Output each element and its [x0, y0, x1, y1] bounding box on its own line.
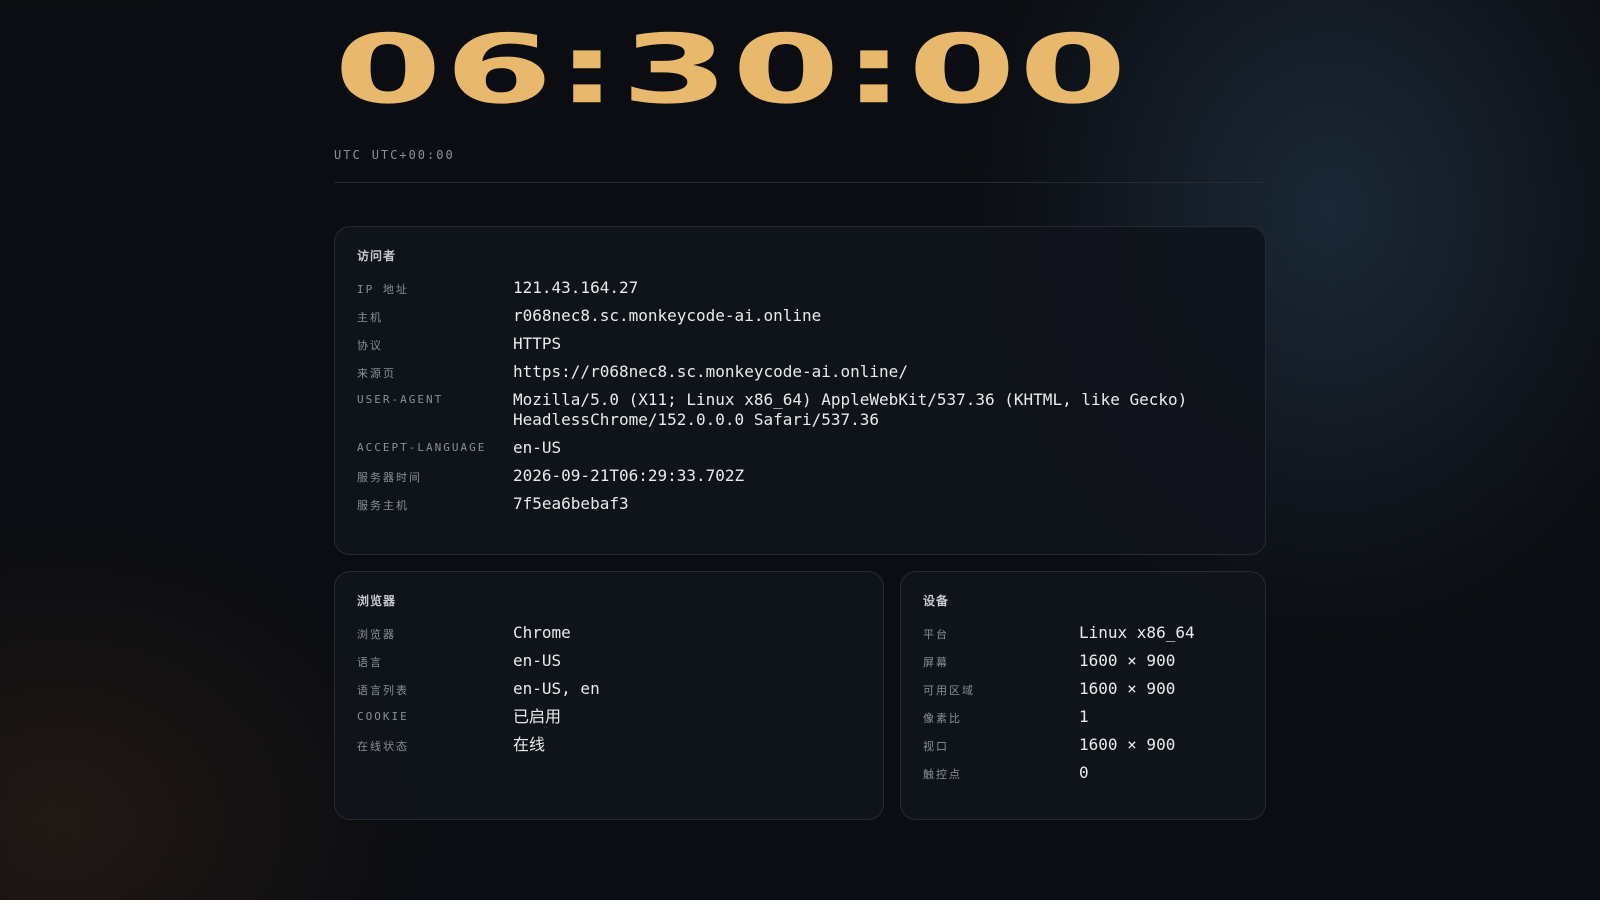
device-card-title: 设备: [923, 594, 950, 608]
info-key: 平台: [923, 628, 949, 641]
browser-card-title: 浏览器: [357, 594, 397, 608]
info-row-touch-points: 触控点 0: [923, 759, 1243, 787]
device-card: 设备 平台 Linux x86_64 屏幕 1600 × 900 可用区域 16…: [900, 571, 1266, 820]
info-value: Linux x86_64: [1079, 623, 1195, 642]
info-value: 在线: [513, 735, 546, 754]
info-row-referrer: 来源页 https://r068nec8.sc.monkeycode-ai.on…: [357, 358, 1243, 386]
timezone-name: UTC: [334, 148, 362, 162]
info-key: 触控点: [923, 768, 962, 781]
info-row-screen: 屏幕 1600 × 900: [923, 647, 1243, 675]
info-value: Mozilla/5.0 (X11; Linux x86_64) AppleWeb…: [513, 390, 1188, 429]
info-value: en-US: [513, 651, 562, 670]
info-key: 视口: [923, 740, 949, 753]
info-row-platform: 平台 Linux x86_64: [923, 619, 1243, 647]
info-value: 0: [1079, 763, 1089, 782]
info-key: 像素比: [923, 712, 962, 725]
timezone-label: UTC UTC+00:00: [334, 148, 1266, 164]
clock-time: 06:30:00: [334, 13, 1130, 126]
divider: [334, 182, 1266, 183]
info-key: 可用区域: [923, 684, 975, 697]
info-value: Chrome: [513, 623, 571, 642]
info-value: 已启用: [513, 707, 562, 726]
info-value: 2026-09-21T06:29:33.702Z: [513, 466, 745, 485]
info-row-language: 语言 en-US: [357, 647, 861, 675]
info-value: 1600 × 900: [1079, 735, 1176, 754]
info-key: 在线状态: [357, 740, 409, 753]
info-row-ip: IP 地址 121.43.164.27: [357, 274, 1243, 302]
browser-card: 浏览器 浏览器 Chrome 语言 en-US 语言列表 en-US, en C…: [334, 571, 884, 820]
info-value: 1600 × 900: [1079, 651, 1176, 670]
info-key: IP 地址: [357, 283, 409, 296]
visitor-card-title: 访问者: [357, 249, 397, 263]
info-value: 1: [1079, 707, 1089, 726]
info-row-cookie: COOKIE 已启用: [357, 703, 861, 731]
clock-section: 06:30:00 UTC UTC+00:00: [334, 0, 1266, 183]
info-key: COOKIE: [357, 710, 409, 723]
info-value: HTTPS: [513, 334, 562, 353]
info-key: 服务器时间: [357, 471, 422, 484]
info-key: 语言: [357, 656, 383, 669]
info-row-server-time: 服务器时间 2026-09-21T06:29:33.702Z: [357, 462, 1243, 490]
info-row-user-agent: USER-AGENT Mozilla/5.0 (X11; Linux x86_6…: [357, 386, 1243, 434]
info-key: 来源页: [357, 367, 396, 380]
info-key: USER-AGENT: [357, 393, 444, 406]
timezone-offset: UTC+00:00: [371, 148, 455, 162]
info-row-available-area: 可用区域 1600 × 900: [923, 675, 1243, 703]
info-row-online: 在线状态 在线: [357, 731, 861, 759]
info-row-host: 主机 r068nec8.sc.monkeycode-ai.online: [357, 302, 1243, 330]
info-row-accept-language: ACCEPT-LANGUAGE en-US: [357, 434, 1243, 462]
info-row-viewport: 视口 1600 × 900: [923, 731, 1243, 759]
visitor-card: 访问者 IP 地址 121.43.164.27 主机 r068nec8.sc.m…: [334, 226, 1266, 555]
info-value: en-US: [513, 438, 562, 457]
info-key: 语言列表: [357, 684, 409, 697]
info-value: r068nec8.sc.monkeycode-ai.online: [513, 306, 822, 325]
info-value: 1600 × 900: [1079, 679, 1176, 698]
info-key: 主机: [357, 311, 383, 324]
info-row-browser: 浏览器 Chrome: [357, 619, 861, 647]
info-row-server-host: 服务主机 7f5ea6bebaf3: [357, 490, 1243, 518]
info-key: ACCEPT-LANGUAGE: [357, 441, 487, 454]
info-value: 7f5ea6bebaf3: [513, 494, 629, 513]
info-row-pixel-ratio: 像素比 1: [923, 703, 1243, 731]
info-row-languages: 语言列表 en-US, en: [357, 675, 861, 703]
info-key: 服务主机: [357, 499, 409, 512]
info-key: 协议: [357, 339, 383, 352]
info-value: https://r068nec8.sc.monkeycode-ai.online…: [513, 362, 908, 381]
info-value: en-US, en: [513, 679, 600, 698]
info-key: 浏览器: [357, 628, 396, 641]
info-value: 121.43.164.27: [513, 278, 639, 297]
info-key: 屏幕: [923, 656, 949, 669]
info-row-protocol: 协议 HTTPS: [357, 330, 1243, 358]
